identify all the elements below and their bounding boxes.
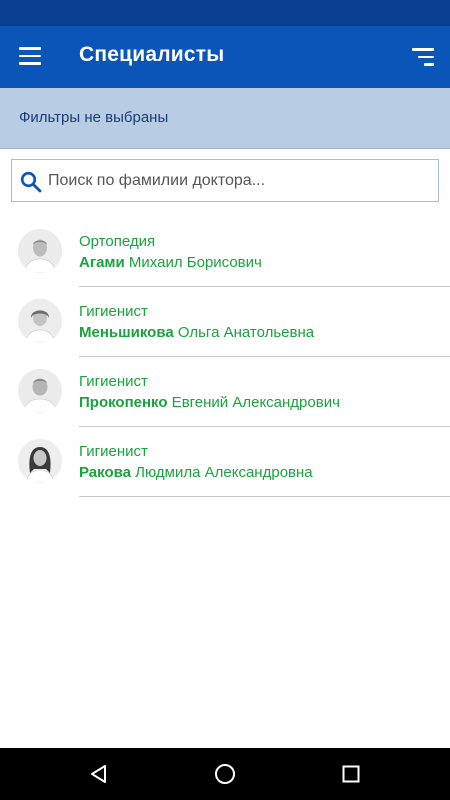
filter-banner[interactable]: Фильтры не выбраны: [0, 88, 450, 149]
doctor-name: Ракова Людмила Александровна: [79, 464, 313, 481]
back-triangle-icon[interactable]: [87, 762, 111, 786]
doctor-last-name: Ракова: [79, 464, 131, 481]
doctor-first-names: Ольга Анатольевна: [173, 324, 315, 341]
filter-status-text: Фильтры не выбраны: [19, 109, 169, 126]
search-box[interactable]: [11, 159, 439, 202]
doctor-last-name: Агами: [79, 254, 125, 271]
page-title: Специалисты: [79, 43, 225, 66]
app-bar: Специалисты: [0, 26, 450, 88]
avatar: [18, 439, 62, 483]
avatar: [18, 369, 62, 413]
sort-icon[interactable]: [412, 48, 434, 66]
avatar: [18, 299, 62, 343]
doctor-name: Агами Михаил Борисович: [79, 254, 262, 271]
doctor-specialty: Гигиенист: [79, 443, 148, 460]
list-item[interactable]: Ортопедия Агами Михаил Борисович: [0, 217, 450, 287]
row-divider: [79, 496, 450, 497]
doctor-first-names: Михаил Борисович: [124, 254, 262, 271]
recents-square-icon[interactable]: [339, 762, 363, 786]
list-item[interactable]: Гигиенист Прокопенко Евгений Александров…: [0, 357, 450, 427]
search-input[interactable]: [48, 160, 433, 201]
doctor-first-names: Евгений Александрович: [167, 394, 340, 411]
doctor-specialty: Ортопедия: [79, 233, 156, 250]
doctor-specialty: Гигиенист: [79, 303, 148, 320]
doctor-name: Меньшикова Ольга Анатольевна: [79, 324, 314, 341]
search-icon: [20, 171, 42, 193]
avatar: [18, 229, 62, 273]
status-bar: [0, 0, 450, 26]
doctor-first-names: Людмила Александровна: [131, 464, 313, 481]
list-item[interactable]: Гигиенист Ракова Людмила Александровна: [0, 427, 450, 497]
doctor-specialty: Гигиенист: [79, 373, 148, 390]
doctor-name: Прокопенко Евгений Александрович: [79, 394, 340, 411]
doctor-last-name: Прокопенко: [79, 394, 168, 411]
doctor-last-name: Меньшикова: [79, 324, 174, 341]
hamburger-menu-icon[interactable]: [19, 47, 41, 65]
system-nav-bar: [0, 748, 450, 800]
list-item[interactable]: Гигиенист Меньшикова Ольга Анатольевна: [0, 287, 450, 357]
doctor-list: Ортопедия Агами Михаил Борисович Гигиени…: [0, 217, 450, 497]
home-circle-icon[interactable]: [213, 762, 237, 786]
